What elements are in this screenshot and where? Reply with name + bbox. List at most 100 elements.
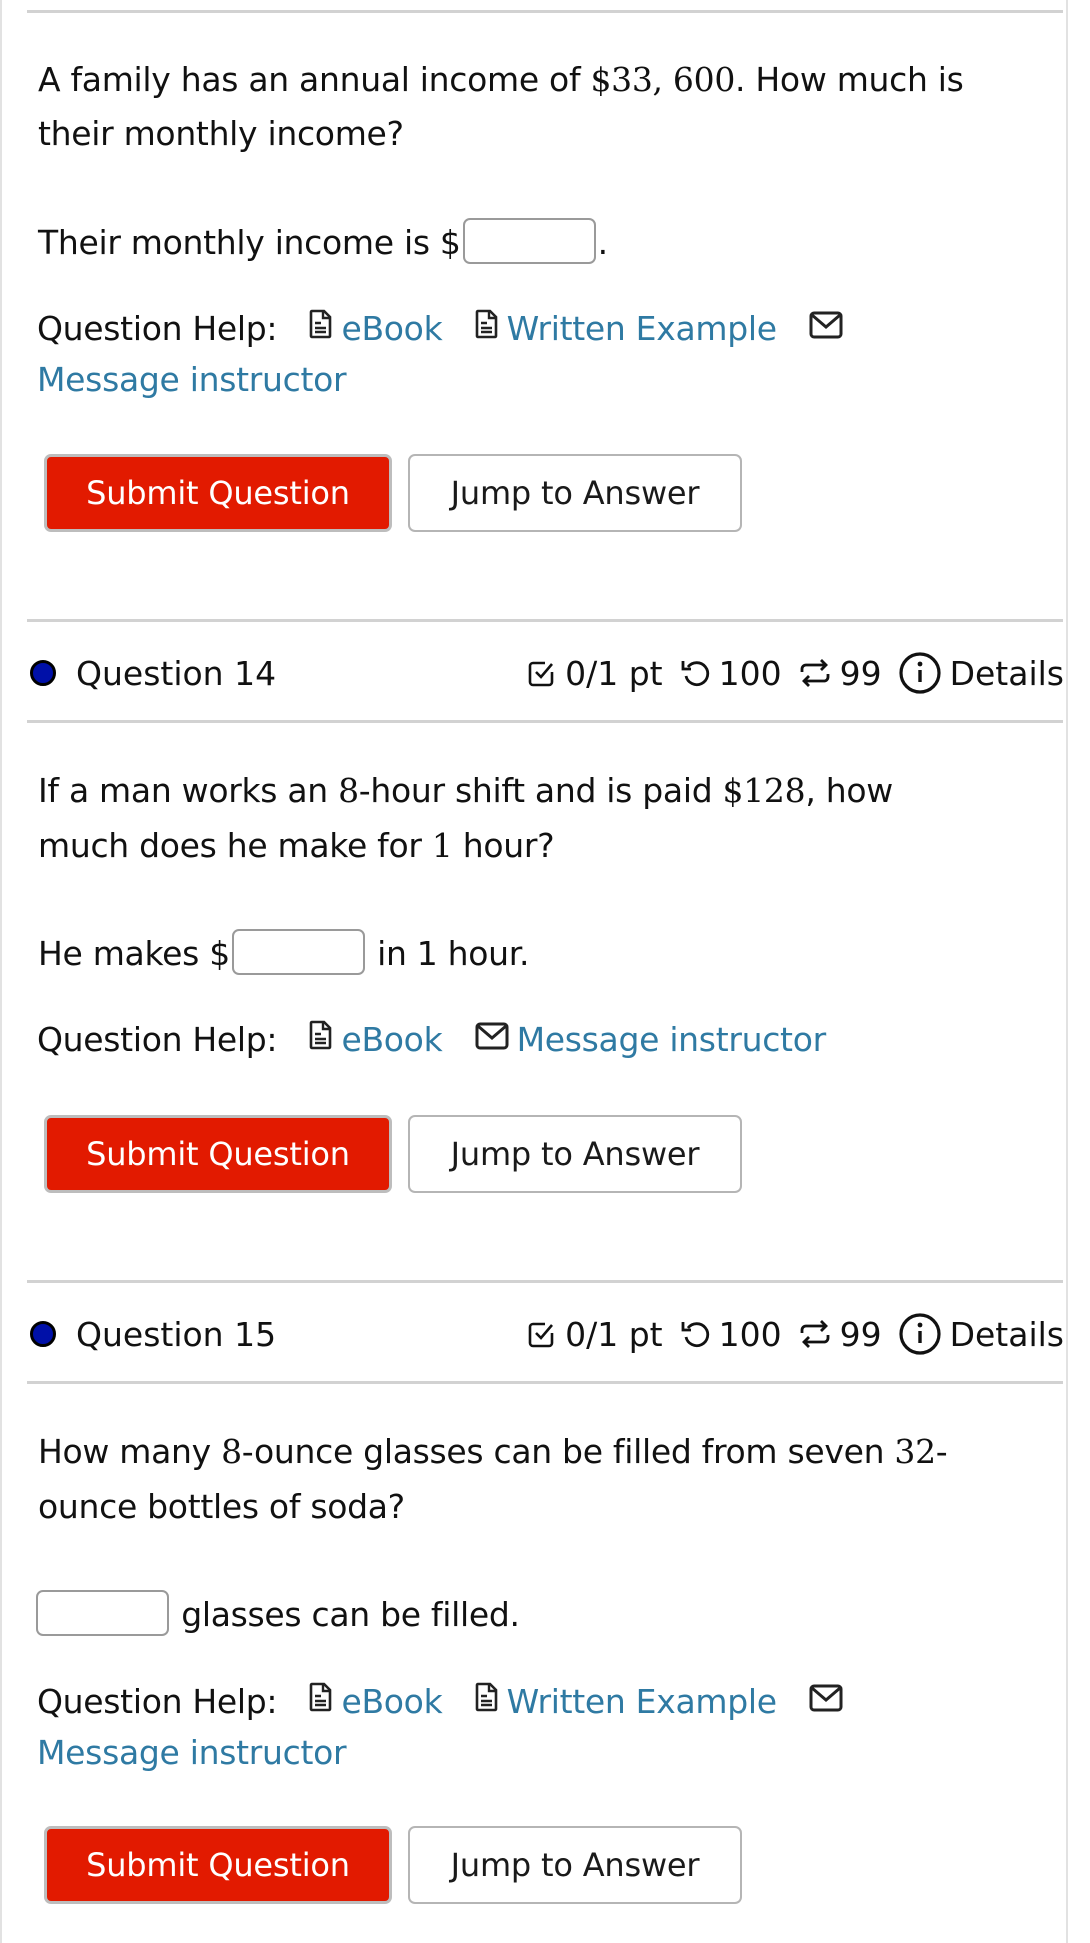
- points-indicator: 0/1 pt: [527, 1315, 663, 1354]
- text-segment: How many: [38, 1432, 222, 1471]
- answer-suffix: glasses can be filled.: [181, 1595, 520, 1634]
- divider: [27, 720, 1063, 723]
- retries-indicator: 100: [679, 1315, 782, 1354]
- submit-question-button[interactable]: Submit Question: [44, 1115, 392, 1193]
- question-header: Question 15 0/1 pt 100 99 Details: [30, 1304, 1064, 1364]
- answer-row: He makes $ in 1 hour.: [38, 927, 530, 981]
- mail-icon: [809, 301, 843, 355]
- question-title: Question 14: [76, 653, 277, 693]
- question-help: Question Help: eBook Message instructor: [37, 1013, 826, 1069]
- question-text: A family has an annual income of $33, 60…: [38, 53, 964, 107]
- retries-indicator: 100: [679, 654, 782, 693]
- question-text: If a man works an 8-hour shift and is pa…: [38, 764, 893, 818]
- points-value: 0/1 pt: [565, 1314, 663, 1354]
- submit-question-button[interactable]: Submit Question: [44, 1826, 392, 1904]
- repeat-icon: [800, 1320, 829, 1348]
- math-value: 8: [338, 771, 359, 810]
- divider: [27, 10, 1063, 13]
- attempts-indicator: 99: [798, 1315, 882, 1354]
- help-label: Question Help:: [37, 1020, 278, 1059]
- question-text-line2: their monthly income?: [38, 114, 404, 153]
- attempts-indicator: 99: [798, 654, 882, 693]
- submit-question-button[interactable]: Submit Question: [44, 454, 392, 532]
- divider: [27, 1381, 1063, 1384]
- jump-to-answer-button[interactable]: Jump to Answer: [408, 1115, 742, 1193]
- document-icon: [309, 1674, 333, 1728]
- text-segment: . How much is: [735, 60, 964, 99]
- answer-suffix: .: [597, 223, 609, 262]
- text-segment: hour?: [452, 826, 555, 865]
- message-instructor-link[interactable]: Message instructor: [517, 1020, 827, 1059]
- retries-value: 100: [718, 1314, 782, 1354]
- message-instructor-link[interactable]: Message instructor: [37, 360, 347, 399]
- retries-value: 100: [718, 653, 782, 693]
- ebook-link[interactable]: eBook: [341, 309, 442, 348]
- document-icon: [309, 301, 333, 355]
- answer-input[interactable]: [231, 928, 365, 975]
- jump-to-answer-button[interactable]: Jump to Answer: [408, 454, 742, 532]
- answer-prefix: He makes $: [38, 934, 230, 973]
- text-segment: A family has an annual income of: [38, 60, 591, 99]
- status-dot-icon: [30, 660, 56, 686]
- answer-input[interactable]: [36, 1589, 169, 1636]
- details-button[interactable]: Details: [898, 651, 1064, 695]
- question-title: Question 15: [76, 1314, 277, 1354]
- ebook-link[interactable]: eBook: [341, 1020, 442, 1059]
- question-help: Question Help: eBook Written Example: [37, 1675, 851, 1731]
- document-icon: [309, 1012, 333, 1066]
- details-label: Details: [949, 653, 1064, 693]
- status-dot-icon: [30, 1321, 56, 1347]
- message-instructor-link-wrap: Message instructor: [37, 353, 347, 407]
- answer-row: Their monthly income is $.: [38, 216, 608, 270]
- text-segment: -ounce glasses can be filled from seven: [241, 1432, 895, 1471]
- divider: [27, 619, 1063, 622]
- text-segment: , how: [805, 771, 893, 810]
- details-button[interactable]: Details: [898, 1312, 1064, 1356]
- question-text-line2: ounce bottles of soda?: [38, 1487, 405, 1526]
- mail-icon: [475, 1012, 509, 1066]
- document-icon: [475, 1674, 499, 1728]
- answer-row: glasses can be filled.: [36, 1588, 520, 1642]
- question-text: How many 8-ounce glasses can be filled f…: [38, 1425, 948, 1479]
- answer-input[interactable]: [462, 217, 596, 264]
- help-label: Question Help:: [37, 1682, 278, 1721]
- question-help: Question Help: eBook Written Example: [37, 302, 851, 358]
- jump-to-answer-button[interactable]: Jump to Answer: [408, 1826, 742, 1904]
- text-segment: If a man works an: [38, 771, 339, 810]
- written-example-link[interactable]: Written Example: [507, 1682, 777, 1721]
- undo-icon: [681, 1322, 709, 1347]
- math-value: 32: [894, 1432, 936, 1471]
- checkbox-icon: [528, 1322, 554, 1348]
- points-indicator: 0/1 pt: [527, 654, 663, 693]
- question-text-line2: much does he make for 1 hour?: [38, 819, 555, 873]
- text-segment: -: [935, 1432, 948, 1471]
- math-value: $128: [722, 771, 806, 810]
- math-value: 8: [221, 1432, 242, 1471]
- info-icon: [898, 652, 941, 694]
- answer-suffix: in 1 hour.: [377, 934, 530, 973]
- ebook-link[interactable]: eBook: [341, 1682, 442, 1721]
- mail-icon: [809, 1674, 843, 1728]
- question-header: Question 14 0/1 pt 100 99 Details: [30, 643, 1064, 703]
- question-meta: 0/1 pt 100 99 Details: [511, 1312, 1064, 1356]
- text-segment: much does he make for: [38, 826, 432, 865]
- message-instructor-link[interactable]: Message instructor: [37, 1733, 347, 1772]
- divider: [27, 1280, 1063, 1283]
- repeat-icon: [800, 659, 829, 687]
- written-example-link[interactable]: Written Example: [507, 309, 777, 348]
- message-instructor-link-wrap: Message instructor: [37, 1726, 347, 1780]
- checkbox-icon: [528, 661, 554, 687]
- help-label: Question Help:: [37, 309, 278, 348]
- points-value: 0/1 pt: [565, 653, 663, 693]
- undo-icon: [681, 661, 709, 686]
- info-icon: [898, 1313, 941, 1355]
- attempts-value: 99: [839, 1314, 882, 1354]
- text-segment: -hour shift and is paid: [358, 771, 723, 810]
- attempts-value: 99: [839, 653, 882, 693]
- answer-prefix: Their monthly income is $: [38, 223, 461, 262]
- math-value: 1: [431, 826, 453, 865]
- question-meta: 0/1 pt 100 99 Details: [511, 651, 1064, 695]
- document-icon: [475, 301, 499, 355]
- math-value: $33, 600: [590, 60, 736, 99]
- details-label: Details: [949, 1314, 1064, 1354]
